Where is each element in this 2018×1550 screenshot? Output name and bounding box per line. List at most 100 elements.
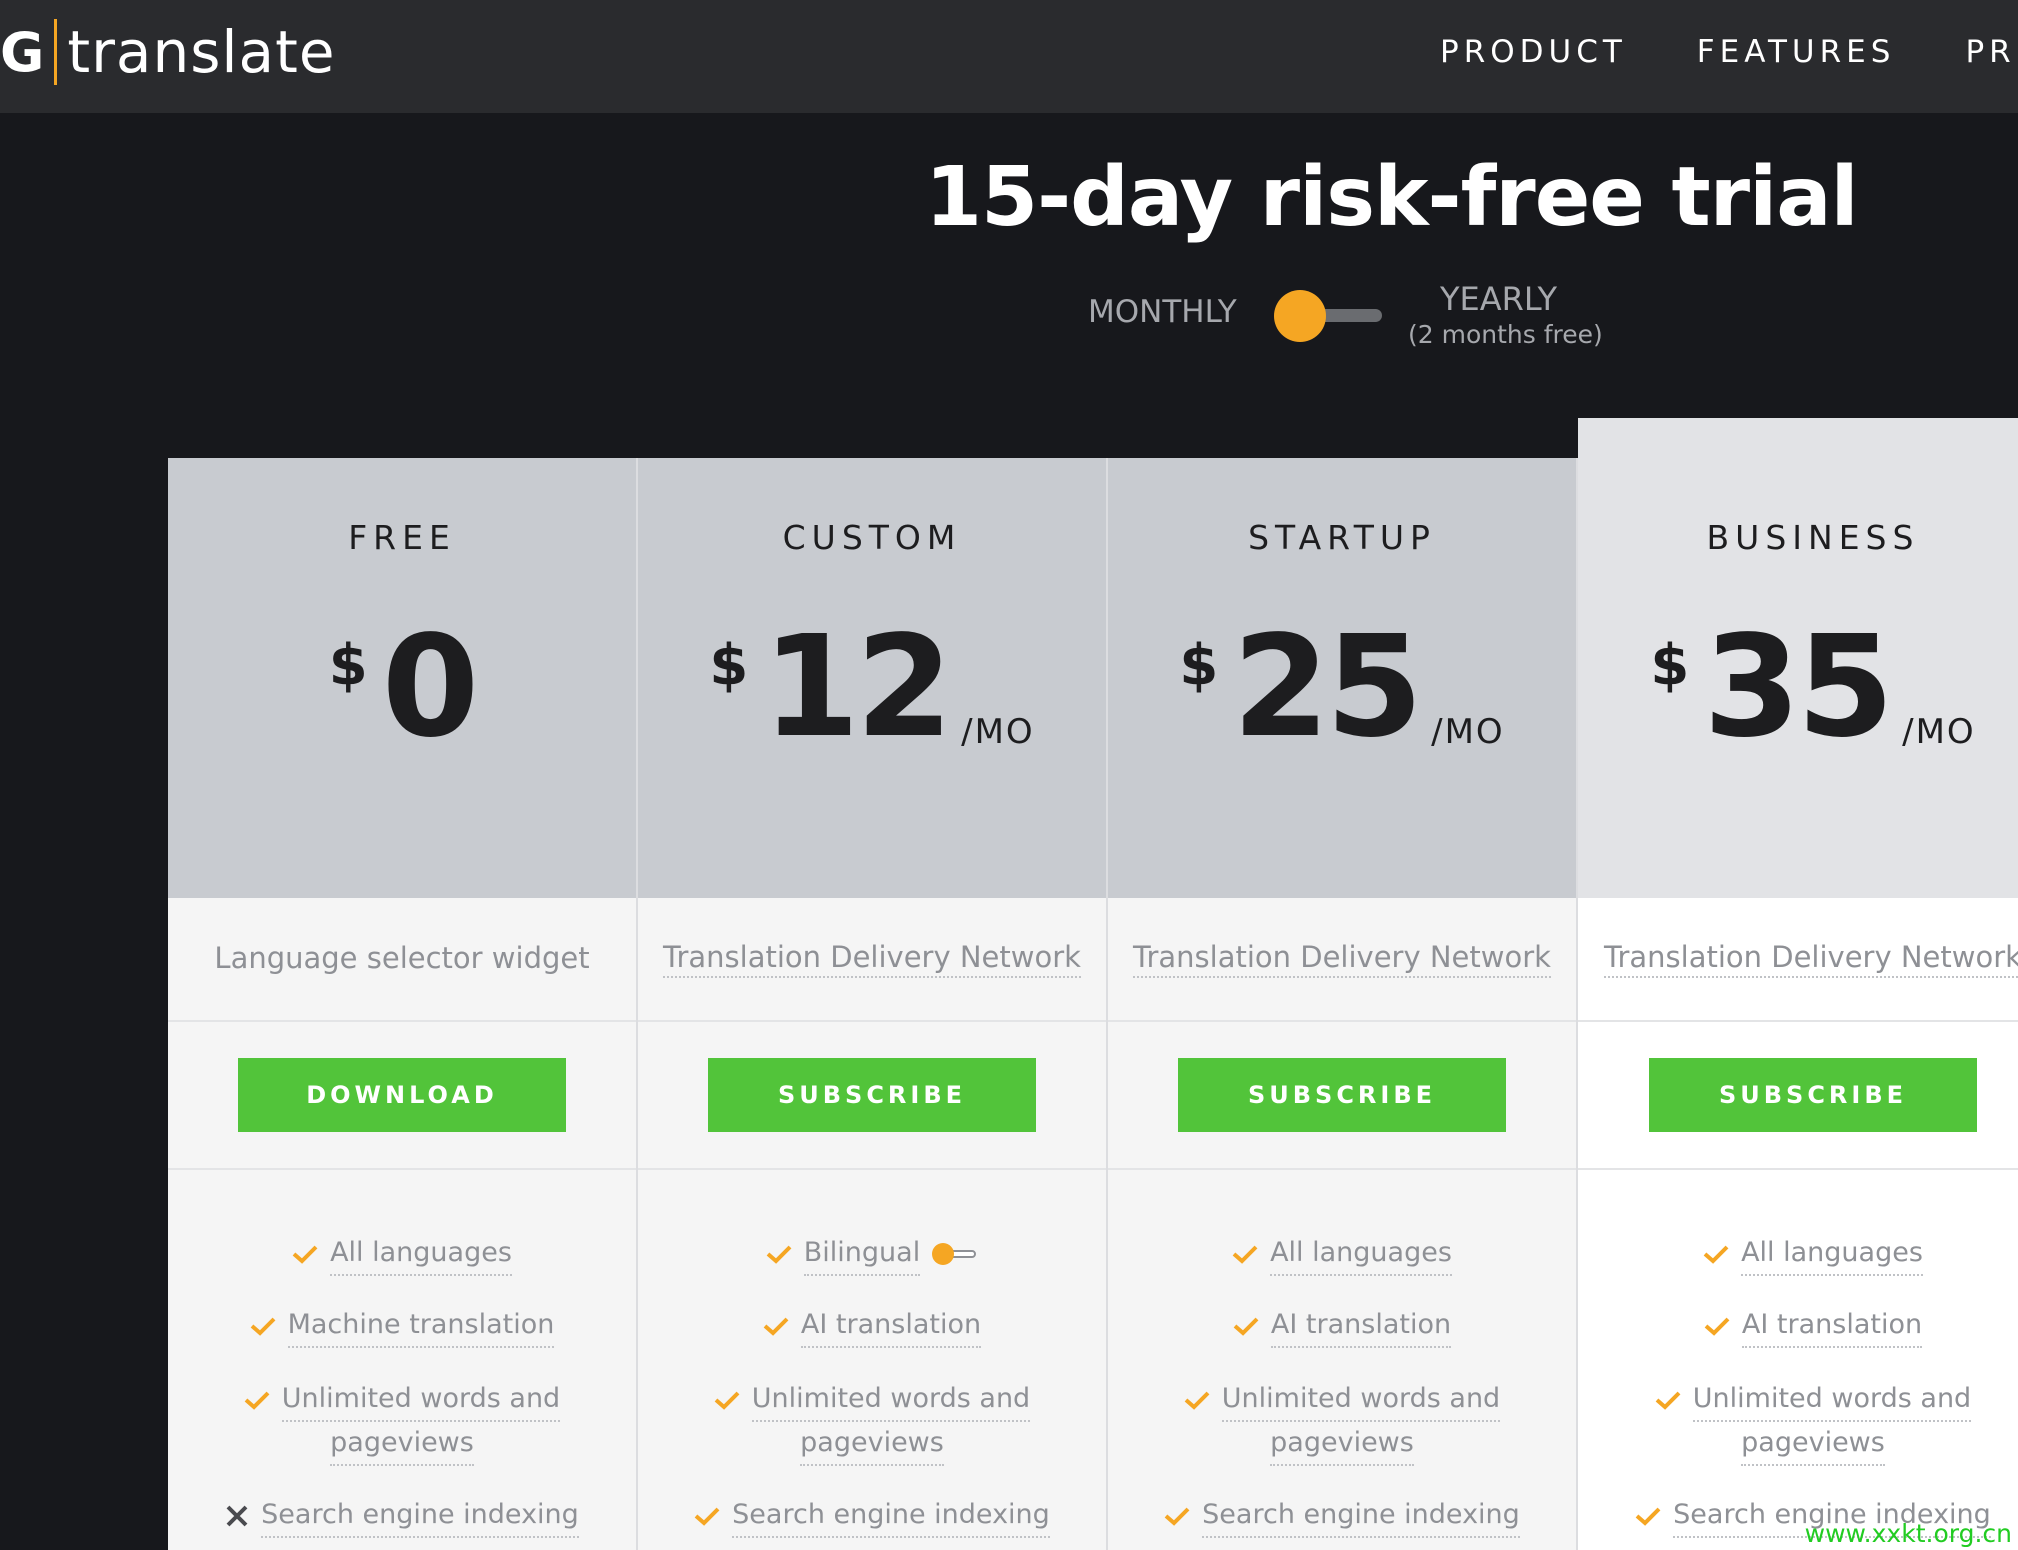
bilingual-toggle-icon <box>932 1242 978 1266</box>
feature-label[interactable]: Unlimited words and <box>281 1378 561 1422</box>
cross-icon <box>226 1505 248 1526</box>
feature-item: All languages <box>168 1232 636 1276</box>
main-nav: PRODUCT FEATURES PRI <box>1440 34 2018 70</box>
price-amount: 0 <box>381 606 479 769</box>
feature-item: All languages <box>1578 1232 2018 1276</box>
feature-label[interactable]: AI translation <box>800 1304 982 1348</box>
monthly-label[interactable]: MONTHLY <box>1088 294 1237 330</box>
price-period: /MO <box>961 712 1035 752</box>
logo-divider <box>54 19 58 85</box>
plan-card-business: BUSINESS $ 35 /MO Translation Delivery N… <box>1578 418 2018 1550</box>
check-icon <box>1703 1245 1729 1264</box>
logo-mark: G <box>0 20 45 84</box>
plan-cta-row: SUBSCRIBE <box>1578 1022 2018 1170</box>
gtranslate-logo[interactable]: G translate <box>0 12 336 92</box>
check-icon <box>766 1245 792 1264</box>
price-period: /MO <box>1902 712 1976 752</box>
check-icon <box>763 1317 789 1336</box>
plan-header: CUSTOM $ 12 /MO <box>638 458 1106 898</box>
feature-label[interactable]: Search engine indexing <box>1202 1494 1520 1538</box>
feature-label-continued[interactable]: pageviews <box>1270 1422 1414 1466</box>
feature-item: Bilingual <box>638 1232 1106 1276</box>
plan-card-custom: CUSTOM $ 12 /MO Translation Delivery Net… <box>638 458 1108 1550</box>
logo-wordmark: translate <box>67 18 336 86</box>
check-icon <box>1655 1391 1681 1410</box>
feature-item: Machine translation <box>168 1304 636 1348</box>
feature-label[interactable]: Unlimited words and <box>1221 1378 1501 1422</box>
plan-name: BUSINESS <box>1706 518 1920 557</box>
plan-name: FREE <box>348 518 456 557</box>
feature-item: Unlimited words and pageviews <box>168 1378 636 1466</box>
check-icon <box>250 1317 276 1336</box>
plan-price: $ 12 /MO <box>638 618 1106 758</box>
feature-label-continued[interactable]: pageviews <box>800 1422 944 1466</box>
plan-price: $ 0 <box>168 618 636 758</box>
yearly-label[interactable]: YEARLY <box>1440 280 1557 318</box>
plan-card-startup: STARTUP $ 25 /MO Translation Delivery Ne… <box>1108 458 1578 1550</box>
check-icon <box>1232 1245 1258 1264</box>
billing-toggle[interactable] <box>1274 290 1384 342</box>
price-period: /MO <box>1431 712 1505 752</box>
plan-name: STARTUP <box>1248 518 1436 557</box>
check-icon <box>1184 1391 1210 1410</box>
feature-label[interactable]: All languages <box>1270 1232 1452 1276</box>
price-currency: $ <box>709 633 749 698</box>
feature-label[interactable]: Machine translation <box>287 1304 555 1348</box>
plan-cta-row: DOWNLOAD <box>168 1022 636 1170</box>
plan-subtitle[interactable]: Translation Delivery Network <box>1133 940 1551 978</box>
feature-label-continued[interactable]: pageviews <box>1741 1422 1885 1466</box>
check-icon <box>694 1507 720 1526</box>
price-currency: $ <box>328 633 368 698</box>
feature-item: Search engine indexing <box>1108 1494 1576 1538</box>
check-icon <box>292 1245 318 1264</box>
feature-item: AI translation <box>638 1304 1106 1348</box>
feature-item: AI translation <box>1108 1304 1576 1348</box>
feature-label[interactable]: Search engine indexing <box>261 1494 579 1538</box>
check-icon <box>244 1391 270 1410</box>
feature-item: Unlimited words and pageviews <box>638 1378 1106 1466</box>
feature-item: AI translation <box>1578 1304 2018 1348</box>
plan-subtitle-row: Language selector widget <box>168 898 636 1022</box>
nav-item-features[interactable]: FEATURES <box>1697 34 1896 70</box>
feature-label[interactable]: AI translation <box>1270 1304 1452 1348</box>
feature-label[interactable]: Unlimited words and <box>751 1378 1031 1422</box>
plan-name: CUSTOM <box>782 518 962 557</box>
page-title: 15-day risk-free trial <box>925 150 1859 245</box>
plan-cta-row: SUBSCRIBE <box>1108 1022 1576 1170</box>
feature-label[interactable]: All languages <box>330 1232 512 1276</box>
price-currency: $ <box>1179 633 1219 698</box>
plan-subtitle[interactable]: Translation Delivery Network <box>663 940 1081 978</box>
plan-header: BUSINESS $ 35 /MO <box>1578 418 2018 898</box>
feature-label[interactable]: Bilingual <box>803 1232 921 1276</box>
top-navbar: G translate PRODUCT FEATURES PRI <box>0 0 2018 113</box>
subscribe-button[interactable]: SUBSCRIBE <box>1649 1058 1977 1132</box>
plan-subtitle-row: Translation Delivery Network <box>1578 898 2018 1022</box>
subscribe-button[interactable]: SUBSCRIBE <box>1178 1058 1506 1132</box>
plan-cta-row: SUBSCRIBE <box>638 1022 1106 1170</box>
download-button[interactable]: DOWNLOAD <box>238 1058 566 1132</box>
feature-label[interactable]: Unlimited words and <box>1692 1378 1972 1422</box>
feature-item: Unlimited words and pageviews <box>1108 1378 1576 1466</box>
pricing-plans: FREE $ 0 Language selector widget DOWNLO… <box>168 418 2018 1550</box>
feature-label[interactable]: All languages <box>1741 1232 1923 1276</box>
price-amount: 12 <box>762 606 953 769</box>
plan-price: $ 35 /MO <box>1578 618 2018 758</box>
nav-item-pricing[interactable]: PRI <box>1965 34 2018 70</box>
check-icon <box>1704 1317 1730 1336</box>
price-amount: 35 <box>1703 606 1894 769</box>
subscribe-button[interactable]: SUBSCRIBE <box>708 1058 1036 1132</box>
plan-subtitle: Language selector widget <box>214 941 590 975</box>
check-icon <box>1233 1317 1259 1336</box>
feature-label[interactable]: AI translation <box>1741 1304 1923 1348</box>
feature-item: Search engine indexing <box>638 1494 1106 1538</box>
plan-subtitle-row: Translation Delivery Network <box>638 898 1106 1022</box>
feature-item: Search engine indexing <box>168 1494 636 1538</box>
check-icon <box>1164 1507 1190 1526</box>
feature-item: All languages <box>1108 1232 1576 1276</box>
price-currency: $ <box>1650 633 1690 698</box>
plan-subtitle[interactable]: Translation Delivery Network <box>1604 940 2018 978</box>
price-amount: 25 <box>1232 606 1423 769</box>
feature-label[interactable]: Search engine indexing <box>732 1494 1050 1538</box>
feature-label-continued[interactable]: pageviews <box>330 1422 474 1466</box>
nav-item-product[interactable]: PRODUCT <box>1440 34 1627 70</box>
